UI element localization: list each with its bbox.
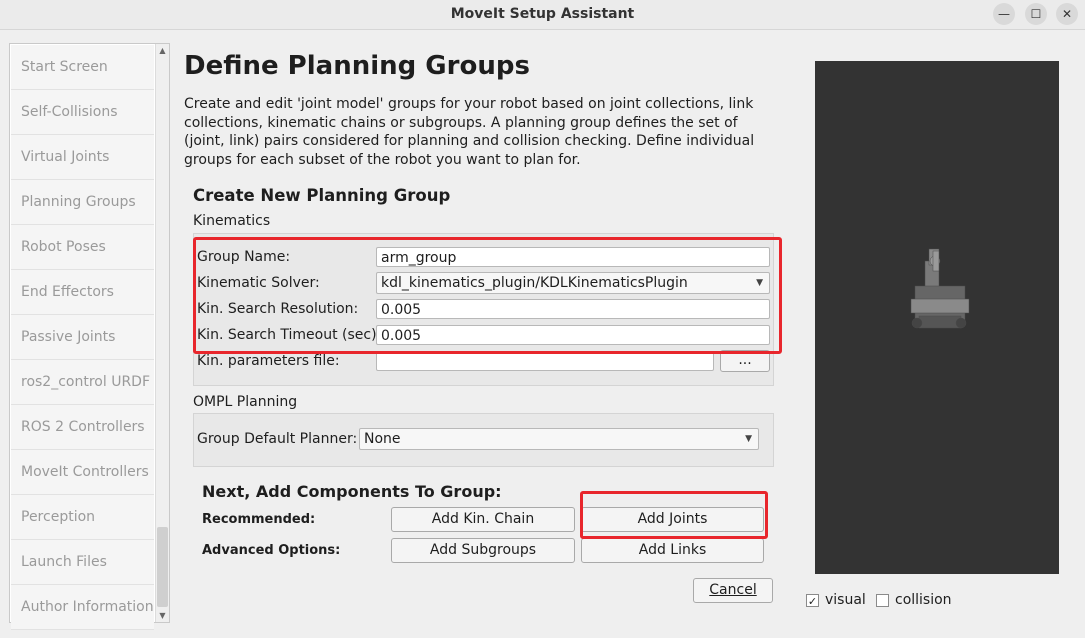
default-planner-select[interactable]: None ▼ xyxy=(359,428,759,450)
collision-checkbox[interactable] xyxy=(876,594,889,607)
sidebar-item-start-screen[interactable]: Start Screen xyxy=(11,45,154,90)
sidebar-item-perception[interactable]: Perception xyxy=(11,495,154,540)
title-bar: MoveIt Setup Assistant — ☐ ✕ xyxy=(0,0,1085,30)
add-links-button[interactable]: Add Links xyxy=(581,538,764,563)
sidebar-item-moveit-controllers[interactable]: MoveIt Controllers xyxy=(11,450,154,495)
sidebar-item-label: Perception xyxy=(21,509,96,525)
sidebar-item-label: ros2_control URDF M xyxy=(21,374,154,390)
sidebar-item-virtual-joints[interactable]: Virtual Joints xyxy=(11,135,154,180)
scrollbar-thumb[interactable] xyxy=(157,527,168,607)
default-planner-label: Group Default Planner: xyxy=(197,431,358,447)
sidebar-item-end-effectors[interactable]: End Effectors xyxy=(11,270,154,315)
sidebar-item-label: Planning Groups xyxy=(21,194,136,210)
add-kin-chain-button[interactable]: Add Kin. Chain xyxy=(391,507,575,532)
sidebar-scrollbar[interactable]: ▲ ▼ xyxy=(155,44,169,622)
sidebar-item-label: Robot Poses xyxy=(21,239,106,255)
kinematics-label: Kinematics xyxy=(193,213,271,229)
visual-checkbox[interactable]: ✓ xyxy=(806,594,819,608)
sidebar-item-robot-poses[interactable]: Robot Poses xyxy=(11,225,154,270)
components-title: Next, Add Components To Group: xyxy=(202,482,502,501)
ompl-label: OMPL Planning xyxy=(193,394,298,410)
cancel-button[interactable]: Cancel xyxy=(693,578,773,603)
scroll-up-icon[interactable]: ▲ xyxy=(156,44,169,57)
highlight-box-kinematics xyxy=(193,237,782,354)
sidebar-item-author-information[interactable]: Author Information xyxy=(11,585,154,630)
sidebar-item-label: Virtual Joints xyxy=(21,149,110,165)
add-subgroups-button[interactable]: Add Subgroups xyxy=(391,538,575,563)
sidebar-item-label: Passive Joints xyxy=(21,329,116,345)
collision-label: collision xyxy=(895,592,952,608)
visual-label: visual xyxy=(825,592,866,608)
scroll-down-icon[interactable]: ▼ xyxy=(156,609,169,622)
maximize-button[interactable]: ☐ xyxy=(1025,3,1047,25)
recommended-label: Recommended: xyxy=(202,512,316,527)
sidebar-item-self-collisions[interactable]: Self-Collisions xyxy=(11,90,154,135)
sidebar-item-label: ROS 2 Controllers xyxy=(21,419,145,435)
params-file-label: Kin. parameters file: xyxy=(197,353,340,369)
robot-3d-viewer[interactable] xyxy=(815,61,1059,574)
advanced-label: Advanced Options: xyxy=(202,543,341,558)
sidebar-item-ros2-controllers[interactable]: ROS 2 Controllers xyxy=(11,405,154,450)
page-title: Define Planning Groups xyxy=(184,51,530,81)
sidebar-item-label: Self-Collisions xyxy=(21,104,118,120)
sidebar-item-label: End Effectors xyxy=(21,284,114,300)
sidebar-item-launch-files[interactable]: Launch Files xyxy=(11,540,154,585)
robot-model-icon xyxy=(910,248,970,329)
window-title: MoveIt Setup Assistant xyxy=(450,6,635,22)
sidebar-item-label: MoveIt Controllers xyxy=(21,464,149,480)
sidebar-item-planning-groups[interactable]: Planning Groups xyxy=(11,180,154,225)
minimize-button[interactable]: — xyxy=(993,3,1015,25)
highlight-box-add-joints xyxy=(580,491,768,539)
sidebar-item-label: Start Screen xyxy=(21,59,108,75)
cancel-label: Cancel xyxy=(709,582,757,598)
chevron-down-icon: ▼ xyxy=(745,434,752,444)
params-file-input[interactable] xyxy=(376,351,714,371)
default-planner-value: None xyxy=(364,431,401,447)
section-title: Create New Planning Group xyxy=(193,186,451,205)
sidebar: Start Screen Self-Collisions Virtual Joi… xyxy=(9,43,170,630)
close-button[interactable]: ✕ xyxy=(1056,3,1078,25)
sidebar-item-passive-joints[interactable]: Passive Joints xyxy=(11,315,154,360)
sidebar-item-label: Launch Files xyxy=(21,554,107,570)
sidebar-item-ros2-control[interactable]: ros2_control URDF M xyxy=(11,360,154,405)
sidebar-item-label: Author Information xyxy=(21,599,154,615)
page-description: Create and edit 'joint model' groups for… xyxy=(184,96,755,168)
